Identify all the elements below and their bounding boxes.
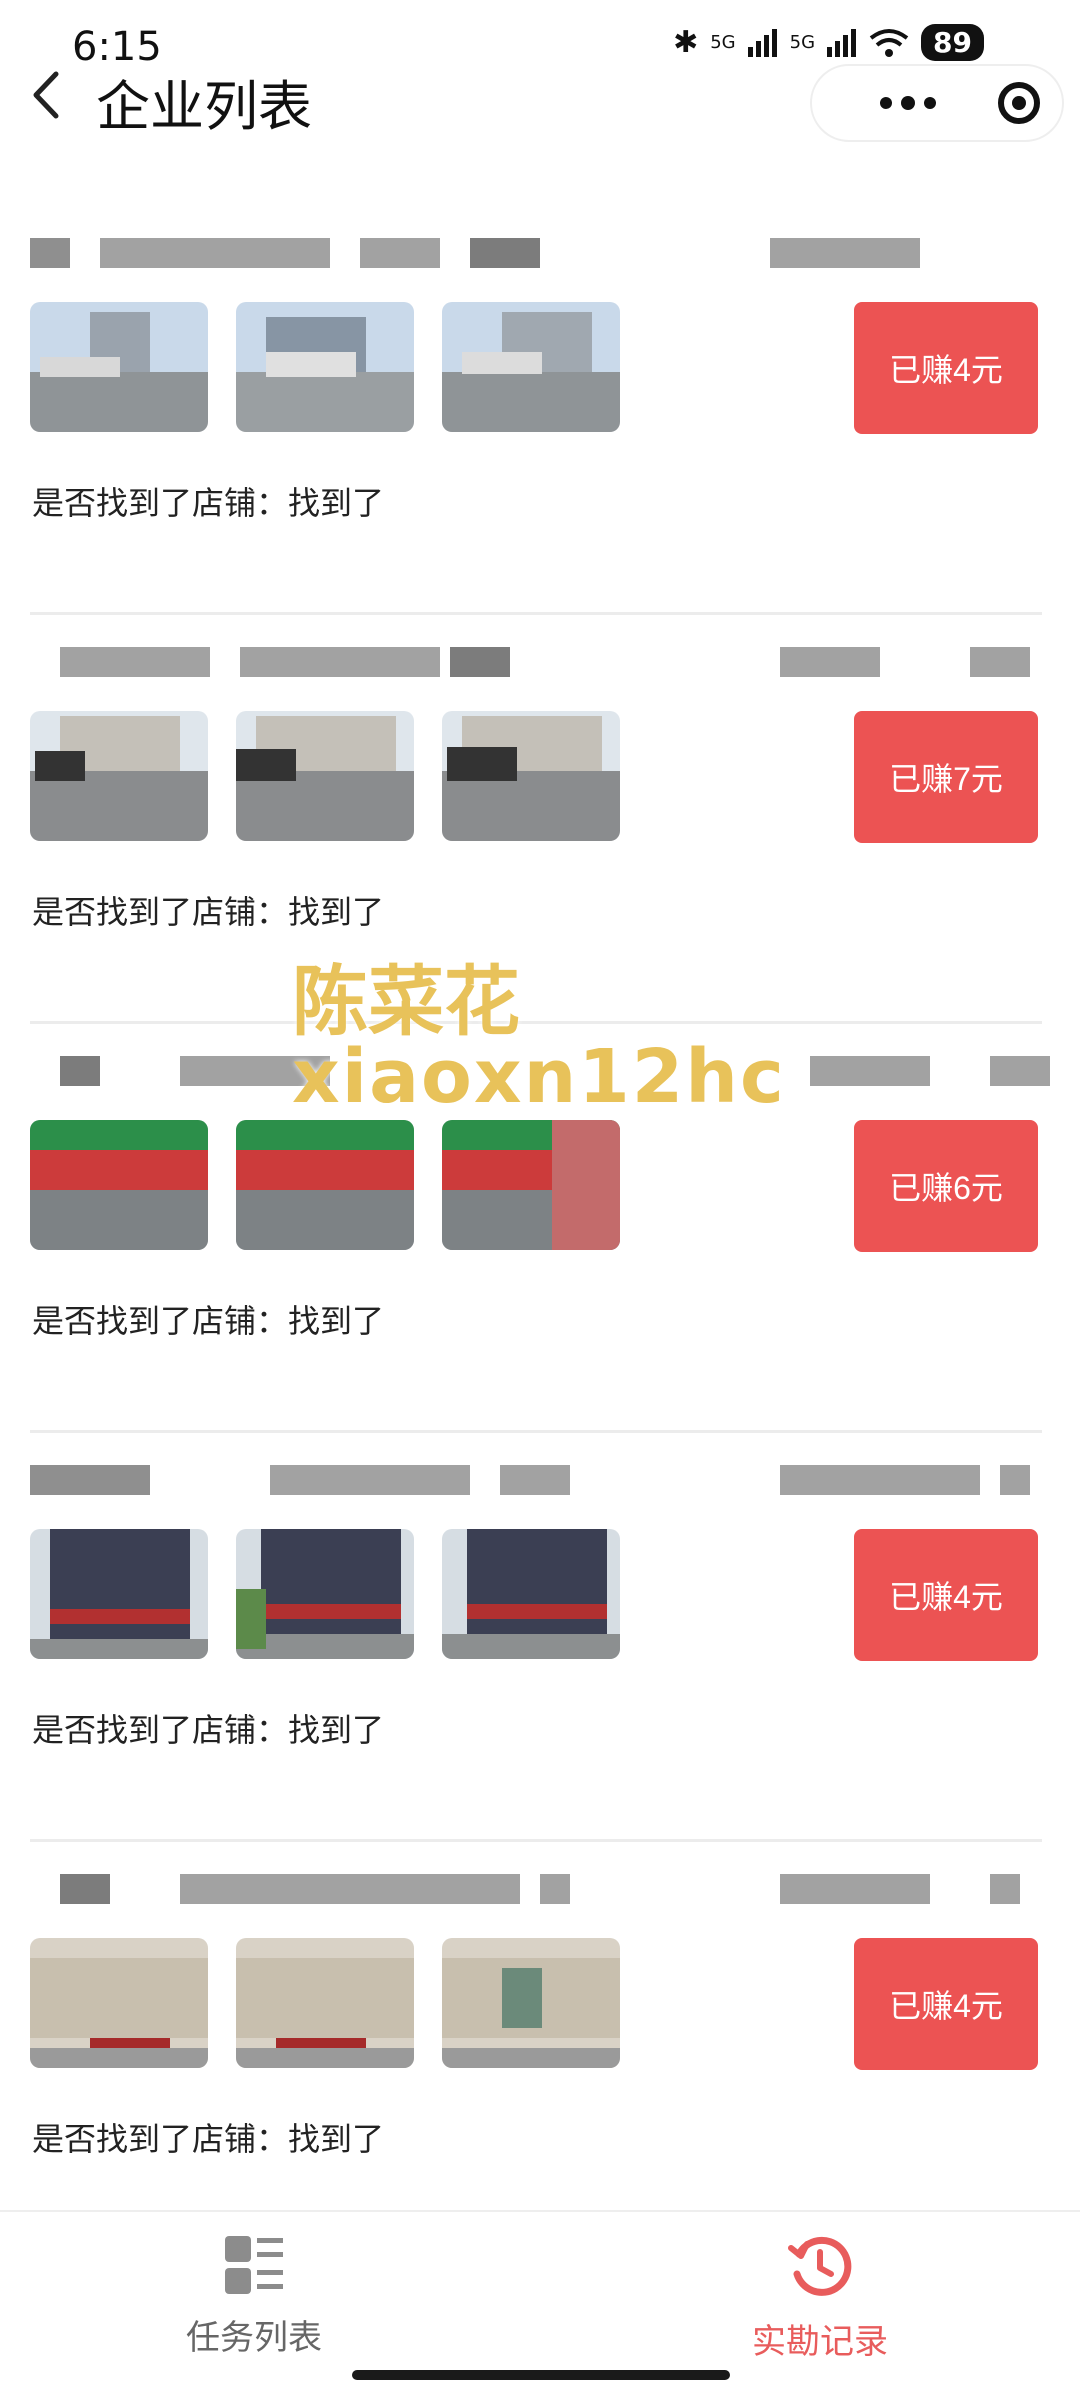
tab-survey-records-label: 实勘记录 [752, 2322, 888, 2362]
page-title: 企业列表 [96, 75, 312, 138]
store-photo[interactable] [30, 1529, 208, 1659]
watermark-id: xiaoxn12hc [292, 1034, 786, 1120]
earned-amount-button[interactable]: 已赚4元 [854, 302, 1038, 434]
store-photo[interactable] [236, 1938, 414, 2068]
store-photo[interactable] [30, 1938, 208, 2068]
task-card: 已赚4元 是否找到了店铺：找到了 [0, 1842, 1080, 2251]
store-photos [30, 302, 620, 432]
store-photo[interactable] [30, 302, 208, 432]
earned-amount-button[interactable]: 已赚6元 [854, 1120, 1038, 1252]
more-icon[interactable] [878, 96, 938, 110]
task-card: 已赚4元 是否找到了店铺：找到了 [0, 1433, 1080, 1842]
redacted-store-info [30, 641, 1050, 687]
store-photo[interactable] [442, 1938, 620, 2068]
back-arrow-icon[interactable] [18, 60, 78, 130]
earned-amount-button[interactable]: 已赚4元 [854, 1938, 1038, 2070]
history-clock-icon [788, 2236, 852, 2296]
task-list: 已赚4元 是否找到了店铺：找到了 已赚7元 是否找到了店铺：找到了 已赚6元 是… [0, 206, 1080, 2251]
store-photo[interactable] [442, 711, 620, 841]
close-miniprogram-icon[interactable] [998, 82, 1040, 124]
tab-task-list[interactable]: 任务列表 [124, 2234, 384, 2359]
earned-amount-button[interactable]: 已赚4元 [854, 1529, 1038, 1661]
found-store-status: 是否找到了店铺：找到了 [32, 2120, 385, 2158]
earned-amount-button[interactable]: 已赚7元 [854, 711, 1038, 843]
found-store-status: 是否找到了店铺：找到了 [32, 484, 385, 522]
found-store-status: 是否找到了店铺：找到了 [32, 1711, 385, 1749]
found-store-status: 是否找到了店铺：找到了 [32, 1302, 385, 1340]
store-photos [30, 711, 620, 841]
store-photo[interactable] [236, 1529, 414, 1659]
redacted-store-info [30, 232, 1050, 278]
redacted-store-info [30, 1459, 1050, 1505]
tab-survey-records[interactable]: 实勘记录 [690, 2234, 950, 2363]
mini-program-capsule [810, 64, 1064, 142]
task-card: 已赚7元 是否找到了店铺：找到了 [0, 615, 1080, 1024]
nav-bar: 企业列表 [0, 40, 1080, 150]
task-card: 已赚4元 是否找到了店铺：找到了 [0, 206, 1080, 615]
store-photos [30, 1938, 620, 2068]
store-photo[interactable] [236, 1120, 414, 1250]
home-indicator [352, 2370, 730, 2380]
store-photo[interactable] [236, 302, 414, 432]
found-store-status: 是否找到了店铺：找到了 [32, 893, 385, 931]
store-photo[interactable] [442, 1120, 620, 1250]
list-grid-icon [225, 2236, 283, 2294]
store-photo[interactable] [30, 1120, 208, 1250]
store-photo[interactable] [30, 711, 208, 841]
tab-task-list-label: 任务列表 [186, 2318, 322, 2358]
store-photos [30, 1529, 620, 1659]
store-photo[interactable] [442, 302, 620, 432]
redacted-store-info [30, 1868, 1050, 1914]
store-photo[interactable] [442, 1529, 620, 1659]
store-photo[interactable] [236, 711, 414, 841]
store-photos [30, 1120, 620, 1250]
